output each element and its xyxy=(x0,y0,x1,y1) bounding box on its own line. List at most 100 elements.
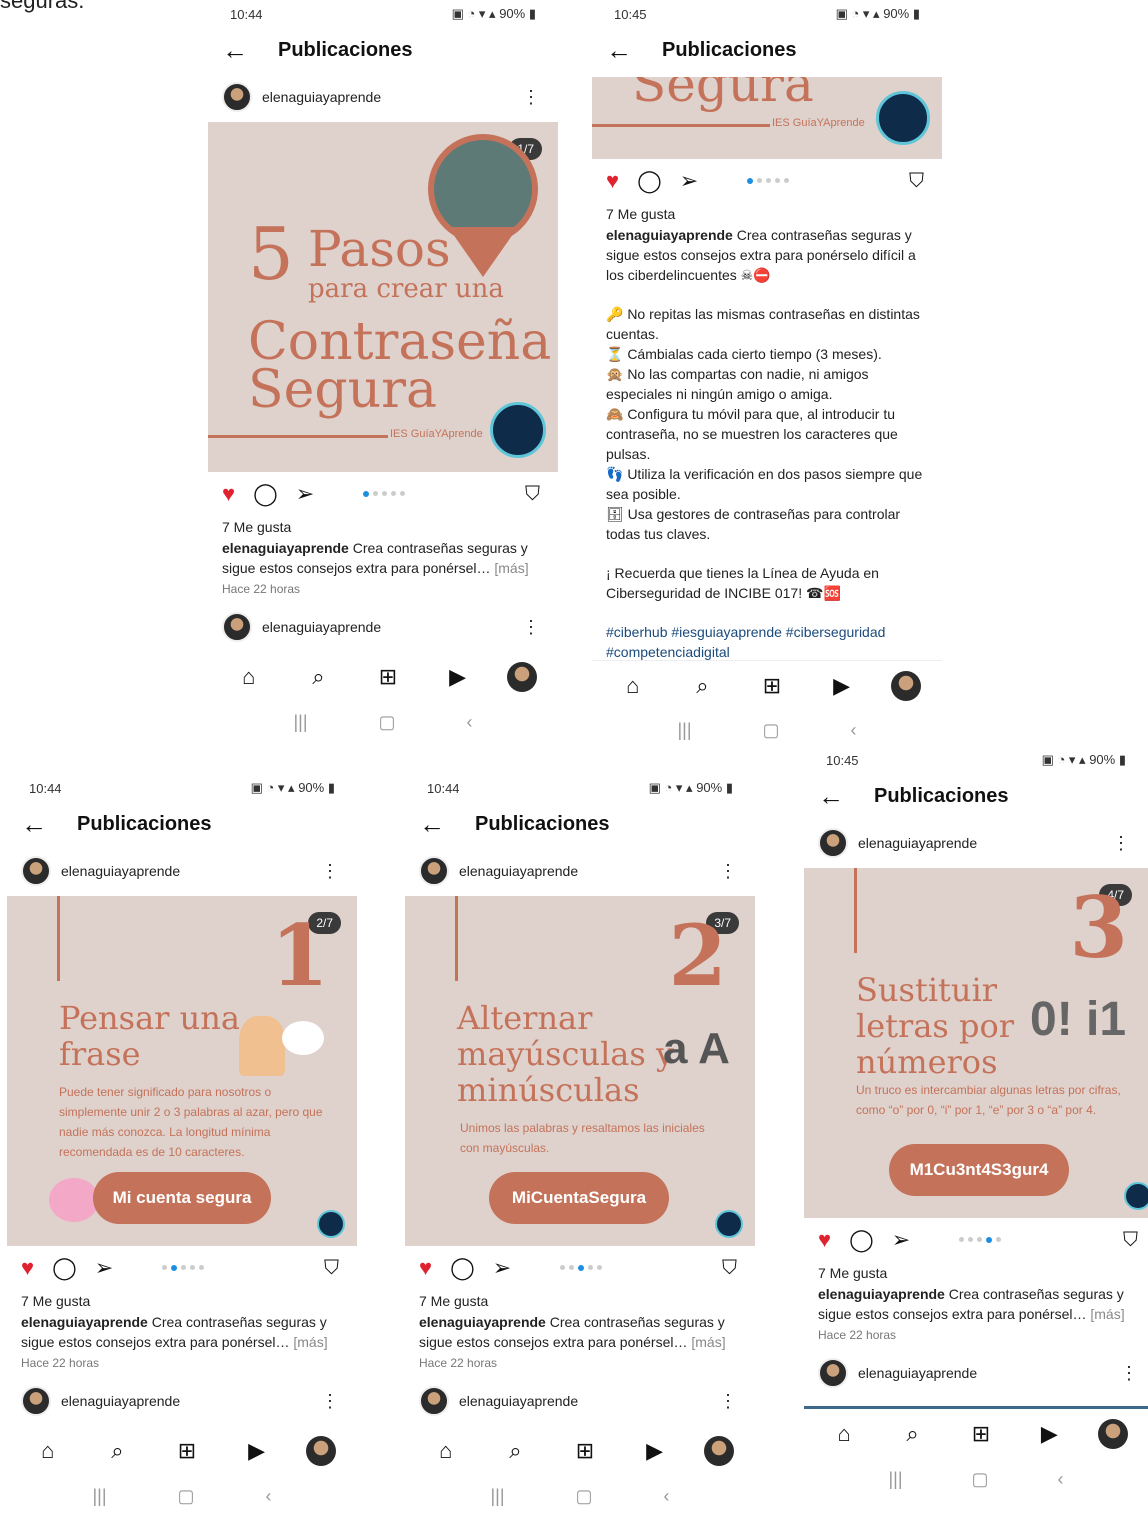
heart-icon[interactable]: ♥ xyxy=(818,1227,831,1253)
more-link[interactable]: [más] xyxy=(494,560,528,576)
add-icon[interactable]: ⊞ xyxy=(565,1438,605,1464)
comment-icon[interactable]: ◯ xyxy=(637,168,662,194)
search-icon[interactable]: ⌕ xyxy=(298,664,338,690)
search-icon[interactable]: ⌕ xyxy=(682,673,722,699)
recents-icon[interactable]: ||| xyxy=(92,1486,106,1507)
back-arrow-icon[interactable]: ← xyxy=(222,35,278,66)
reels-icon[interactable]: ▶ xyxy=(635,1438,675,1464)
search-icon[interactable]: ⌕ xyxy=(893,1421,933,1447)
search-icon[interactable]: ⌕ xyxy=(97,1438,137,1464)
comment-icon[interactable]: ◯ xyxy=(849,1227,874,1253)
send-icon[interactable]: ➢ xyxy=(95,1255,113,1281)
more-options-icon[interactable]: ⋮ xyxy=(321,1391,339,1412)
home-button-icon[interactable]: ▢ xyxy=(576,1486,593,1507)
more-link[interactable]: [más] xyxy=(1090,1306,1124,1322)
back-button-icon[interactable]: ‹ xyxy=(266,1486,272,1507)
recents-icon[interactable]: ||| xyxy=(490,1486,504,1507)
home-button-icon[interactable]: ▢ xyxy=(379,712,396,733)
post-image-cropped[interactable]: Segura IES GuíaYAprende xyxy=(592,77,942,159)
more-options-icon[interactable]: ⋮ xyxy=(321,861,339,882)
post-image[interactable]: 1/7 5 Pasos para crear una Contraseña Se… xyxy=(208,122,558,472)
caption-username[interactable]: elenaguiayaprende xyxy=(606,227,733,243)
post-image[interactable]: 2/7 1 Pensar una frase Puede tener signi… xyxy=(7,896,357,1246)
username[interactable]: elenaguiayaprende xyxy=(61,1393,180,1409)
bookmark-icon[interactable]: ⛉ xyxy=(525,483,540,506)
username[interactable]: elenaguiayaprende xyxy=(459,863,578,879)
username[interactable]: elenaguiayaprende xyxy=(262,619,381,635)
back-arrow-icon[interactable]: ← xyxy=(419,809,475,840)
comment-icon[interactable]: ◯ xyxy=(450,1255,475,1281)
username[interactable]: elenaguiayaprende xyxy=(262,89,381,105)
back-arrow-icon[interactable]: ← xyxy=(606,35,662,66)
caption-username[interactable]: elenaguiayaprende xyxy=(818,1286,945,1302)
avatar[interactable] xyxy=(818,1358,848,1388)
search-icon[interactable]: ⌕ xyxy=(495,1438,535,1464)
back-button-icon[interactable]: ‹ xyxy=(664,1486,670,1507)
send-icon[interactable]: ➢ xyxy=(892,1227,910,1253)
more-options-icon[interactable]: ⋮ xyxy=(1120,1363,1138,1384)
home-icon[interactable]: ⌂ xyxy=(613,673,653,699)
send-icon[interactable]: ➢ xyxy=(680,168,698,194)
back-button-icon[interactable]: ‹ xyxy=(467,712,473,733)
add-icon[interactable]: ⊞ xyxy=(961,1421,1001,1447)
avatar[interactable] xyxy=(818,828,848,858)
more-options-icon[interactable]: ⋮ xyxy=(522,617,540,638)
reels-icon[interactable]: ▶ xyxy=(822,673,862,699)
post-image[interactable]: 3/7 2 Alternar mayúsculas y minúsculas a… xyxy=(405,896,755,1246)
profile-avatar[interactable] xyxy=(704,1436,735,1466)
home-button-icon[interactable]: ▢ xyxy=(178,1486,195,1507)
avatar[interactable] xyxy=(21,1386,51,1416)
reels-icon[interactable]: ▶ xyxy=(1029,1421,1069,1447)
username[interactable]: elenaguiayaprende xyxy=(61,863,180,879)
send-icon[interactable]: ➢ xyxy=(493,1255,511,1281)
back-button-icon[interactable]: ‹ xyxy=(1058,1469,1064,1490)
avatar[interactable] xyxy=(222,612,252,642)
avatar[interactable] xyxy=(419,1386,449,1416)
home-icon[interactable]: ⌂ xyxy=(28,1438,68,1464)
reels-icon[interactable]: ▶ xyxy=(237,1438,277,1464)
avatar[interactable] xyxy=(419,856,449,886)
comment-icon[interactable]: ◯ xyxy=(253,481,278,507)
caption-username[interactable]: elenaguiayaprende xyxy=(222,540,349,556)
reels-icon[interactable]: ▶ xyxy=(438,664,478,690)
bookmark-icon[interactable]: ⛉ xyxy=(324,1257,339,1280)
add-icon[interactable]: ⊞ xyxy=(752,673,792,699)
home-icon[interactable]: ⌂ xyxy=(229,664,269,690)
more-options-icon[interactable]: ⋮ xyxy=(522,87,540,108)
likes-count[interactable]: 7 Me gusta xyxy=(804,1262,1148,1284)
send-icon[interactable]: ➢ xyxy=(296,481,314,507)
home-icon[interactable]: ⌂ xyxy=(824,1421,864,1447)
comment-icon[interactable]: ◯ xyxy=(52,1255,77,1281)
likes-count[interactable]: 7 Me gusta xyxy=(208,516,558,538)
profile-avatar[interactable] xyxy=(306,1436,337,1466)
profile-avatar[interactable] xyxy=(1097,1419,1128,1449)
avatar[interactable] xyxy=(21,856,51,886)
bookmark-icon[interactable]: ⛉ xyxy=(909,170,924,193)
more-link[interactable]: [más] xyxy=(691,1334,725,1350)
post-image[interactable]: 4/7 3 Sustituir letras por números 0! i1… xyxy=(804,868,1148,1218)
heart-icon[interactable]: ♥ xyxy=(21,1255,34,1281)
hashtags[interactable]: #ciberhub #iesguiayaprende #cibersegurid… xyxy=(592,622,942,664)
more-options-icon[interactable]: ⋮ xyxy=(719,1391,737,1412)
recents-icon[interactable]: ||| xyxy=(293,712,307,733)
heart-icon[interactable]: ♥ xyxy=(222,481,235,507)
profile-avatar[interactable] xyxy=(507,662,538,692)
back-button-icon[interactable]: ‹ xyxy=(851,720,857,741)
more-link[interactable]: [más] xyxy=(293,1334,327,1350)
heart-icon[interactable]: ♥ xyxy=(606,168,619,194)
home-icon[interactable]: ⌂ xyxy=(426,1438,466,1464)
caption-username[interactable]: elenaguiayaprende xyxy=(21,1314,148,1330)
add-icon[interactable]: ⊞ xyxy=(368,664,408,690)
avatar[interactable] xyxy=(222,82,252,112)
likes-count[interactable]: 7 Me gusta xyxy=(592,203,942,225)
more-options-icon[interactable]: ⋮ xyxy=(1112,833,1130,854)
bookmark-icon[interactable]: ⛉ xyxy=(722,1257,737,1280)
caption-username[interactable]: elenaguiayaprende xyxy=(419,1314,546,1330)
username[interactable]: elenaguiayaprende xyxy=(459,1393,578,1409)
recents-icon[interactable]: ||| xyxy=(888,1469,902,1490)
profile-avatar[interactable] xyxy=(891,670,922,701)
home-button-icon[interactable]: ▢ xyxy=(763,720,780,741)
home-button-icon[interactable]: ▢ xyxy=(972,1469,989,1490)
add-icon[interactable]: ⊞ xyxy=(167,1438,207,1464)
likes-count[interactable]: 7 Me gusta xyxy=(7,1290,357,1312)
